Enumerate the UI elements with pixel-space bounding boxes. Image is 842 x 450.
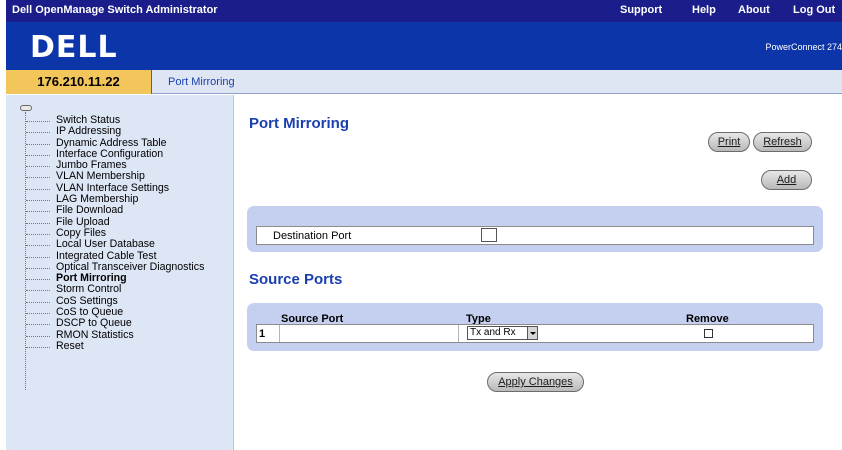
source-port-cell[interactable] — [279, 325, 459, 342]
sidebar-item-ip-addressing[interactable]: IP Addressing — [26, 126, 204, 137]
model-name: PowerConnect 274 — [765, 42, 842, 52]
table-row: 1 Tx and Rx — [256, 324, 814, 343]
breadcrumb: Port Mirroring — [168, 76, 235, 88]
sidebar-item-file-upload[interactable]: File Upload — [26, 216, 204, 228]
main-content: Port Mirroring Print Refresh Add Destina… — [235, 95, 842, 450]
apply-changes-button[interactable]: Apply Changes — [487, 372, 584, 392]
type-select-value: Tx and Rx — [470, 327, 516, 338]
source-ports-title: Source Ports — [249, 271, 343, 288]
sidebar-item-reset[interactable]: Reset — [26, 340, 204, 352]
banner: DELL PowerConnect 274 — [6, 22, 842, 70]
sidebar-nav: Switch Status IP Addressing Dynamic Addres… — [26, 114, 204, 352]
destination-port-select[interactable] — [481, 228, 497, 242]
sidebar-item-dscp-to-queue[interactable]: DSCP to Queue — [26, 318, 204, 329]
sidebar-item-local-user-database[interactable]: Local User Database — [26, 239, 204, 250]
print-button[interactable]: Print — [708, 132, 750, 152]
add-button[interactable]: Add — [761, 170, 812, 190]
support-link[interactable]: Support — [620, 4, 662, 16]
top-bar: Dell OpenManage Switch Administrator Sup… — [6, 0, 842, 22]
type-select[interactable]: Tx and Rx — [467, 326, 538, 340]
destination-port-label: Destination Port — [273, 230, 352, 242]
remove-checkbox[interactable] — [704, 329, 713, 338]
source-ports-panel: Source Port Type Remove 1 Tx and Rx — [247, 303, 823, 351]
app-title: Dell OpenManage Switch Administrator — [12, 4, 218, 16]
sidebar-item-file-download[interactable]: File Download — [26, 205, 204, 216]
sidebar: Switch Status IP Addressing Dynamic Addres… — [6, 95, 234, 450]
dell-logo: DELL — [30, 30, 118, 65]
chevron-down-icon — [527, 327, 537, 339]
device-bar: 176.210.11.22 Port Mirroring — [6, 70, 842, 94]
destination-row: Destination Port — [256, 226, 814, 245]
tree-root-icon[interactable] — [20, 105, 32, 111]
about-link[interactable]: About — [738, 4, 770, 16]
sidebar-item-rmon-statistics[interactable]: RMON Statistics — [26, 329, 204, 341]
page-title: Port Mirroring — [249, 115, 349, 132]
device-ip-tab[interactable]: 176.210.11.22 — [6, 70, 152, 94]
log-out-link[interactable]: Log Out — [793, 4, 835, 16]
help-link[interactable]: Help — [692, 4, 716, 16]
destination-panel: Destination Port — [247, 206, 823, 252]
row-index: 1 — [259, 328, 266, 340]
refresh-button[interactable]: Refresh — [753, 132, 812, 152]
